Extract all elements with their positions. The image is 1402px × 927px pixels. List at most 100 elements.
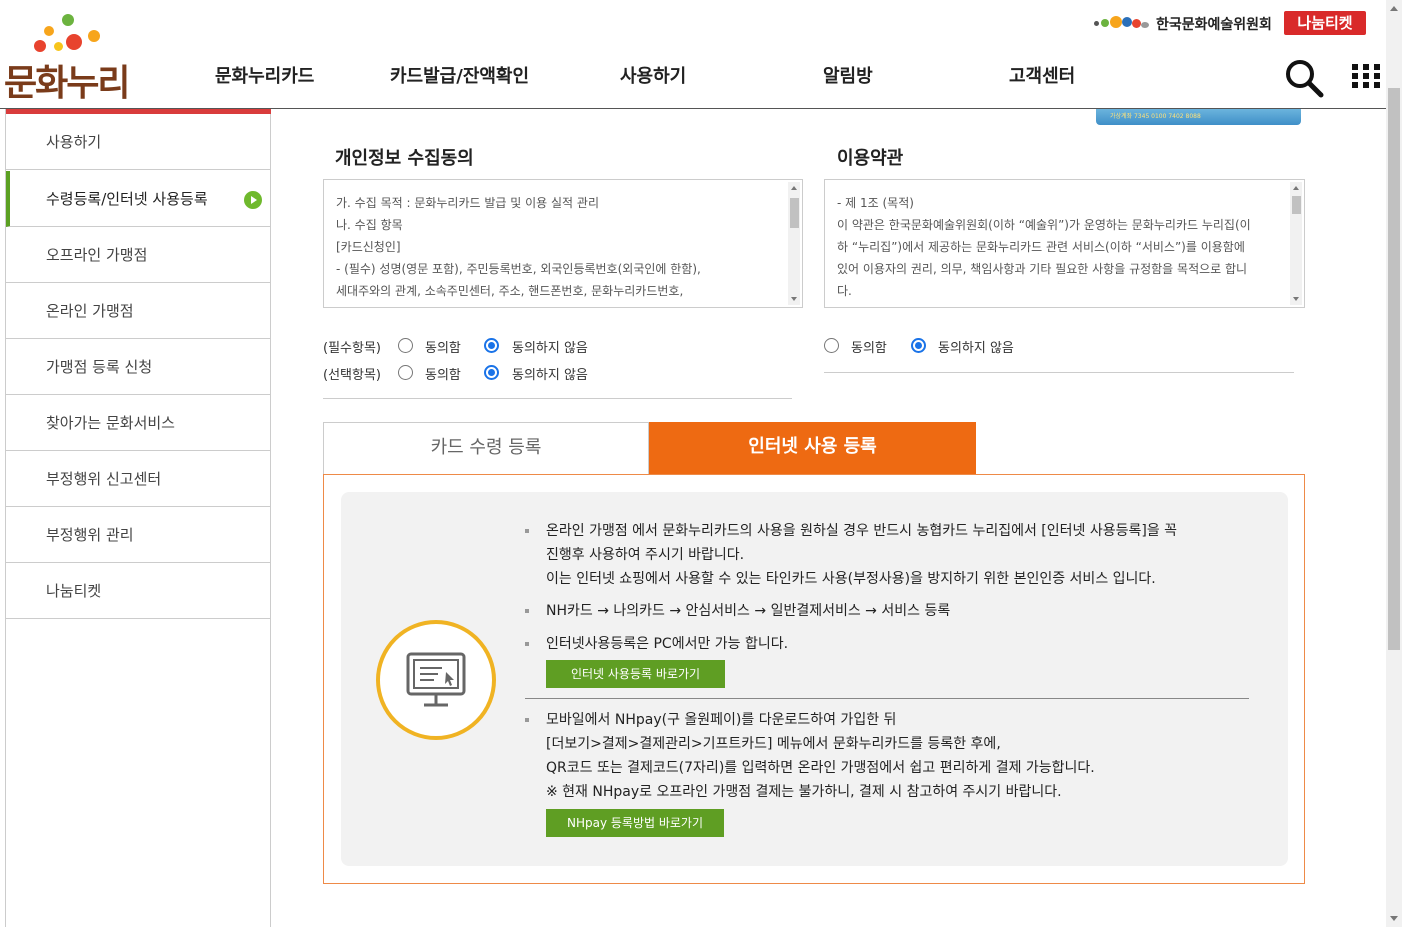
privacy-scrollbar[interactable] — [788, 182, 800, 305]
notice-line: QR코드 또는 결제코드(7자리)를 입력하면 온라인 가맹점에서 쉽고 편리하… — [546, 760, 1095, 776]
notice-text-2: NH카드 → 나의카드 → 안심서비스 → 일반결제서비스 → 서비스 등록 — [546, 603, 951, 619]
optional-disagree-radio[interactable] — [484, 365, 499, 380]
logo-dot-icon — [34, 40, 46, 52]
bullet — [525, 642, 529, 646]
notice-text-1: 온라인 가맹점 에서 문화누리카드의 사용을 원하실 경우 반드시 농협카드 누… — [546, 519, 1177, 591]
sidebar-item-label: 오프라인 가맹점 — [46, 246, 148, 264]
terms-disagree-radio[interactable] — [911, 338, 926, 353]
page: 문화누리 문화누리카드 카드발급/잔액확인 사용하기 알림방 고객센터 한국문화… — [0, 0, 1402, 927]
scroll-down-icon[interactable] — [1390, 916, 1398, 921]
logo-dot-icon — [66, 34, 82, 50]
share-ticket-logo[interactable]: 나눔티켓 — [1284, 11, 1366, 35]
privacy-line: - (필수) 성명(영문 포함), 주민등록번호, 외국인등록번호(외국인에 한… — [336, 262, 701, 276]
org-logo-icon[interactable] — [1094, 16, 1150, 30]
privacy-required-row: (필수항목) 동의함 동의하지 않음 — [323, 337, 783, 356]
required-agree-radio[interactable] — [398, 338, 413, 353]
notice-line: 온라인 가맹점 에서 문화누리카드의 사용을 원하실 경우 반드시 농협카드 누… — [546, 523, 1178, 539]
terms-textbox[interactable]: - 제 1조 (목적) 이 약관은 한국문화예술위원회(이하 “예술위”)가 운… — [824, 179, 1305, 308]
privacy-line: 가. 수집 목적 : 문화누리카드 발급 및 이용 실적 관리 — [336, 196, 599, 210]
terms-line: 이 약관은 한국문화예술위원회(이하 “예술위”)가 운영하는 문화누리카드 누… — [837, 218, 1251, 232]
radio-label: 동의하지 않음 — [512, 368, 588, 383]
nav-item-issue-balance[interactable]: 카드발급/잔액확인 — [390, 62, 529, 88]
search-icon[interactable] — [1284, 58, 1324, 98]
arrow-right-icon — [244, 191, 262, 209]
all-menu-icon[interactable] — [1350, 62, 1382, 90]
sidebar-item-registration[interactable]: 수령등록/인터넷 사용등록 — [6, 171, 271, 227]
terms-consent-row: 동의함 동의하지 않음 — [824, 337, 1284, 356]
radio-label: 동의함 — [425, 368, 461, 383]
scrollbar-thumb[interactable] — [1388, 88, 1400, 650]
sidebar-item-label: 온라인 가맹점 — [46, 302, 134, 320]
terms-line: 다. — [837, 284, 852, 298]
card-image: 가상계좌 7345 0100 7402 8088 — [1096, 109, 1301, 125]
nav-item-card[interactable]: 문화누리카드 — [215, 62, 314, 88]
site-header: 문화누리 문화누리카드 카드발급/잔액확인 사용하기 알림방 고객센터 한국문화… — [0, 0, 1386, 109]
sidebar-item-share-ticket[interactable]: 나눔티켓 — [6, 563, 271, 619]
logo-text: 문화누리 — [4, 63, 130, 104]
tab-internet-registration[interactable]: 인터넷 사용 등록 — [649, 422, 976, 474]
internet-registration-button[interactable]: 인터넷 사용등록 바로가기 — [546, 660, 725, 688]
sidebar-item-offline-stores[interactable]: 오프라인 가맹점 — [6, 227, 271, 283]
privacy-optional-row: (선택항목) 동의함 동의하지 않음 — [323, 364, 783, 383]
bullet — [525, 529, 529, 533]
sidebar-item-label: 찾아가는 문화서비스 — [46, 414, 175, 432]
terms-title: 이용약관 — [837, 148, 904, 169]
panel-content: 온라인 가맹점 에서 문화누리카드의 사용을 원하실 경우 반드시 농협카드 누… — [341, 492, 1288, 866]
sidebar-item-label: 사용하기 — [46, 133, 102, 151]
radio-label: 동의함 — [425, 341, 461, 356]
sidebar-item-usage[interactable]: 사용하기 — [6, 114, 271, 170]
privacy-line: 세대주와의 관계, 소속주민센터, 주소, 핸드폰번호, 문화누리카드번호, — [336, 284, 684, 298]
required-label: (필수항목) — [323, 341, 381, 356]
site-logo[interactable]: 문화누리 — [4, 10, 134, 104]
divider — [323, 398, 792, 399]
notice-line: ※ 현재 NHpay로 오프라인 가맹점 결제는 불가하니, 결제 시 참고하여… — [546, 784, 1062, 800]
bullet — [525, 718, 529, 722]
sidebar-item-label: 부정행위 신고센터 — [46, 470, 162, 488]
terms-line: 하 “누리집”)에서 제공하는 문화누리카드 관련 서비스(이하 “서비스”)를… — [837, 240, 1245, 254]
sidebar: 사용하기 수령등록/인터넷 사용등록 오프라인 가맹점 온라인 가맹점 가맹점 … — [5, 109, 271, 927]
sidebar-item-online-stores[interactable]: 온라인 가맹점 — [6, 283, 271, 339]
sidebar-item-label: 가맹점 등록 신청 — [46, 358, 153, 376]
card-image-text: 가상계좌 7345 0100 7402 8088 — [1110, 113, 1201, 120]
radio-label: 동의함 — [851, 341, 887, 356]
optional-agree-radio[interactable] — [398, 365, 413, 380]
divider — [525, 698, 1249, 699]
scroll-up-icon[interactable] — [1390, 6, 1398, 11]
notice-line: 모바일에서 NHpay(구 올원페이)를 다운로드하여 가입한 뒤 — [546, 712, 897, 728]
divider — [824, 372, 1294, 373]
notice-text-3: 인터넷사용등록은 PC에서만 가능 합니다. — [546, 636, 789, 652]
optional-label: (선택항목) — [323, 368, 381, 383]
page-scrollbar[interactable] — [1386, 0, 1402, 927]
radio-label: 동의하지 않음 — [938, 341, 1014, 356]
privacy-textbox[interactable]: 가. 수집 목적 : 문화누리카드 발급 및 이용 실적 관리 나. 수집 항목… — [323, 179, 803, 308]
terms-line: - 제 1조 (목적) — [837, 196, 914, 210]
notice-text-4: 모바일에서 NHpay(구 올원페이)를 다운로드하여 가입한 뒤 [더보기>결… — [546, 708, 1095, 804]
internet-registration-panel: 온라인 가맹점 에서 문화누리카드의 사용을 원하실 경우 반드시 농협카드 누… — [323, 474, 1305, 884]
sidebar-item-store-apply[interactable]: 가맹점 등록 신청 — [6, 339, 271, 395]
nav-item-notice[interactable]: 알림방 — [823, 62, 873, 88]
notice-line: 진행후 사용하여 주시기 바랍니다. — [546, 547, 745, 563]
terms-line: 있어 이용자의 권리, 의무, 책임사항과 기타 필요한 사항을 규정함을 목적… — [837, 262, 1248, 276]
logo-leaf-icon — [62, 14, 74, 26]
notice-line: 이는 인터넷 쇼핑에서 사용할 수 있는 타인카드 사용(부정사용)을 방지하기… — [546, 571, 1156, 587]
sidebar-item-label: 수령등록/인터넷 사용등록 — [46, 190, 208, 208]
bullet — [525, 609, 529, 613]
terms-scrollbar[interactable] — [1290, 182, 1302, 305]
privacy-line: [카드신청인] — [336, 240, 401, 254]
required-disagree-radio[interactable] — [484, 338, 499, 353]
tab-card-receipt[interactable]: 카드 수령 등록 — [323, 422, 649, 474]
privacy-title: 개인정보 수집동의 — [335, 148, 474, 169]
pc-monitor-icon — [376, 620, 496, 740]
terms-agree-radio[interactable] — [824, 338, 839, 353]
logo-dot-icon — [88, 30, 100, 42]
nav-item-usage[interactable]: 사용하기 — [620, 62, 686, 88]
sidebar-item-visiting-service[interactable]: 찾아가는 문화서비스 — [6, 395, 271, 451]
nav-item-support[interactable]: 고객센터 — [1009, 62, 1075, 88]
org-name[interactable]: 한국문화예술위원회 — [1156, 14, 1272, 34]
sidebar-item-label: 나눔티켓 — [46, 582, 102, 600]
logo-dot-icon — [54, 42, 63, 51]
nhpay-guide-button[interactable]: NHpay 등록방법 바로가기 — [546, 809, 724, 837]
privacy-line: 나. 수집 항목 — [336, 218, 403, 232]
sidebar-item-fraud-manage[interactable]: 부정행위 관리 — [6, 507, 271, 563]
sidebar-item-fraud-report[interactable]: 부정행위 신고센터 — [6, 451, 271, 507]
